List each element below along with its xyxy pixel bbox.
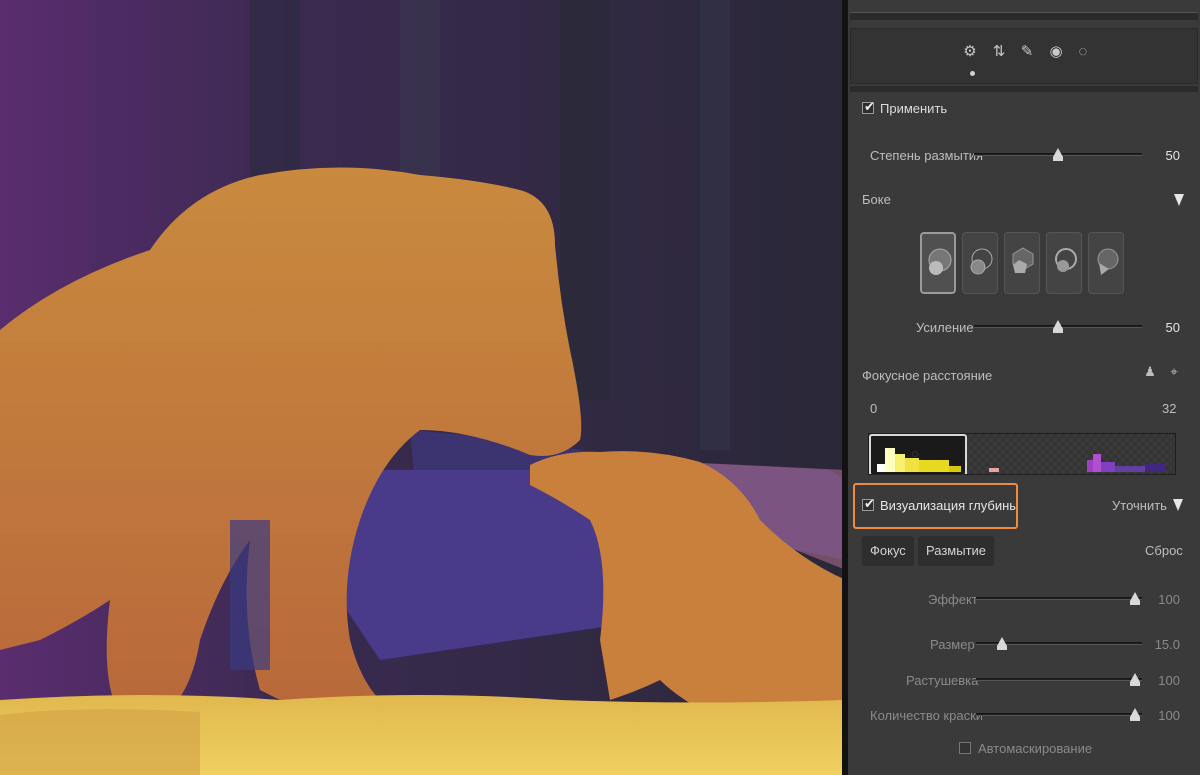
blur-amount-thumb[interactable]	[1053, 148, 1063, 161]
brush-icon[interactable]: ✎	[1017, 41, 1037, 63]
bokeh-label: Боке	[862, 192, 891, 207]
panel-header	[848, 0, 1200, 28]
tab-blur[interactable]: Размытие	[918, 536, 995, 566]
flow-label: Количество краски	[870, 708, 984, 723]
bokeh-shape-donut-button[interactable]	[1046, 232, 1082, 294]
size-value: 15.0	[1154, 637, 1180, 652]
crop-rotate-icon[interactable]: ⇅	[989, 41, 1009, 63]
bokeh-shape-hexagon-button[interactable]	[1004, 232, 1040, 294]
feather-thumb[interactable]	[1130, 673, 1140, 686]
size-thumb[interactable]	[997, 637, 1007, 650]
boost-thumb[interactable]	[1053, 320, 1063, 333]
effect-label: Эффект	[928, 592, 978, 607]
check-icon: ✔	[864, 99, 875, 114]
focal-max-label: 32	[1162, 401, 1177, 416]
focal-distance-label: Фокусное расстояние	[862, 368, 993, 383]
target-focus-icon[interactable]: ⌖	[1166, 364, 1182, 380]
focus-range-selector[interactable]	[869, 434, 967, 474]
vignette-icon[interactable]: ◌	[1073, 41, 1093, 63]
apply-checkbox[interactable]: ✔	[862, 99, 875, 114]
tool-strip: ⚙ ⇅ ✎ ◉ ◌	[850, 28, 1198, 84]
apply-label: Применить	[880, 101, 948, 116]
size-label: Размер	[930, 637, 975, 652]
person-focus-icon[interactable]: ♟	[1142, 364, 1158, 380]
section-divider	[850, 86, 1198, 92]
bokeh-blade-icon	[1097, 248, 1119, 275]
automask-checkbox[interactable]	[959, 742, 971, 754]
red-eye-icon[interactable]: ◉	[1046, 41, 1066, 63]
bokeh-shape-blade-button[interactable]	[1088, 232, 1124, 294]
blur-amount-value: 50	[1165, 148, 1180, 163]
size-slider[interactable]	[976, 637, 1142, 650]
feather-label: Растушевка	[906, 673, 979, 688]
boost-label: Усиление	[916, 320, 974, 335]
bokeh-collapse-icon[interactable]	[1174, 194, 1184, 206]
feather-slider[interactable]	[976, 673, 1142, 686]
blur-amount-label: Степень размытия	[870, 148, 984, 163]
blur-amount-slider[interactable]	[974, 148, 1142, 161]
effect-slider[interactable]	[976, 592, 1142, 605]
flow-thumb[interactable]	[1130, 708, 1140, 721]
bokeh-hexagon-icon	[1012, 247, 1034, 273]
depth-visualization-highlight	[853, 483, 1018, 529]
bokeh-shape-ring-button[interactable]	[962, 232, 998, 294]
active-tool-indicator	[970, 71, 975, 76]
boost-value: 50	[1165, 320, 1180, 335]
depth-overlay-image	[0, 0, 846, 775]
bokeh-shape-circle-button[interactable]	[920, 232, 956, 294]
bokeh-ring-icon	[970, 248, 993, 275]
boost-slider[interactable]	[974, 320, 1142, 333]
adjustments-panel: ⚙ ⇅ ✎ ◉ ◌ ✔ Применить Степень размытия 5…	[848, 0, 1200, 775]
sliders-icon[interactable]: ⚙	[960, 41, 980, 63]
flow-value: 100	[1158, 708, 1180, 723]
focal-min-label: 0	[870, 401, 878, 416]
depth-histogram[interactable]	[868, 433, 1176, 475]
focus-range-histogram	[877, 448, 961, 472]
automask-label: Автомаскирование	[978, 741, 1093, 756]
effect-thumb[interactable]	[1130, 592, 1140, 605]
refine-label[interactable]: Уточнить	[1112, 498, 1167, 513]
bokeh-donut-icon	[1055, 248, 1077, 272]
bokeh-circle-icon	[928, 248, 952, 275]
panel-header-bar	[850, 12, 1198, 20]
refine-collapse-icon[interactable]	[1173, 499, 1183, 511]
tab-focus[interactable]: Фокус	[862, 536, 914, 566]
flow-slider[interactable]	[976, 708, 1142, 721]
reset-button[interactable]: Сброс	[1145, 543, 1183, 558]
effect-value: 100	[1158, 592, 1180, 607]
feather-value: 100	[1158, 673, 1180, 688]
photo-canvas[interactable]	[0, 0, 846, 775]
